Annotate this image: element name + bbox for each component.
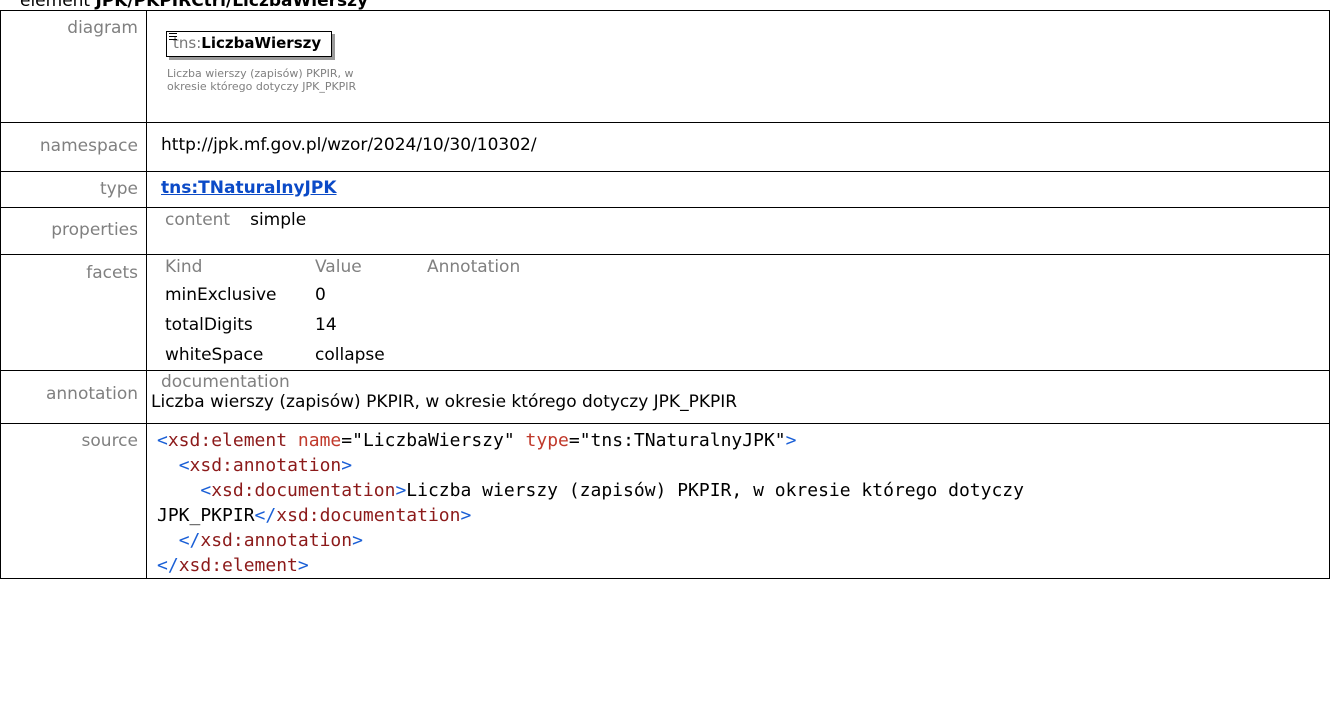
- facet-value: 14: [315, 315, 337, 335]
- facets-header-annotation: Annotation: [427, 257, 521, 277]
- facet-kind: totalDigits: [165, 315, 253, 335]
- facets-table: Kind Value Annotation minExclusive 0 tot…: [161, 254, 520, 370]
- label-diagram: diagram: [0, 10, 147, 123]
- element-lines-icon: [169, 33, 177, 42]
- row-source: source <xsd:element name="LiczbaWierszy"…: [0, 423, 1330, 579]
- diagram-documentation: Liczba wierszy (zapisów) PKPIR, w okresi…: [167, 67, 357, 93]
- facet-row: minExclusive 0: [161, 280, 520, 310]
- diagram-element-box[interactable]: tns:LiczbaWierszy: [166, 31, 333, 57]
- source-code: <xsd:element name="LiczbaWierszy" type="…: [157, 430, 1024, 576]
- source-cell: <xsd:element name="LiczbaWierszy" type="…: [146, 423, 1330, 579]
- facet-kind: minExclusive: [165, 285, 277, 305]
- label-annotation: annotation: [0, 370, 147, 424]
- label-source: source: [0, 423, 147, 579]
- annotation-text: Liczba wierszy (zapisów) PKPIR, w okresi…: [151, 392, 738, 412]
- element-doc-table: diagram tns:LiczbaWierszy Liczba wierszy…: [0, 10, 1330, 579]
- type-cell: tns:TNaturalnyJPK: [146, 171, 1330, 208]
- facet-kind: whiteSpace: [165, 345, 264, 365]
- row-properties: properties content simple: [0, 207, 1330, 255]
- label-properties: properties: [0, 207, 147, 255]
- facet-row: whiteSpace collapse: [161, 340, 520, 370]
- label-namespace: namespace: [0, 122, 147, 172]
- annotation-key: documentation: [161, 372, 290, 392]
- property-value: simple: [250, 210, 307, 230]
- diagram-cell: tns:LiczbaWierszy Liczba wierszy (zapisó…: [146, 10, 1330, 123]
- namespace-value: http://jpk.mf.gov.pl/wzor/2024/10/30/103…: [146, 122, 1330, 172]
- row-type: type tns:TNaturalnyJPK: [0, 171, 1330, 208]
- facet-value: collapse: [315, 345, 385, 365]
- row-diagram: diagram tns:LiczbaWierszy Liczba wierszy…: [0, 10, 1330, 123]
- row-facets: facets Kind Value Annotation minExclusiv…: [0, 254, 1330, 371]
- facets-header-value: Value: [315, 257, 362, 277]
- row-namespace: namespace http://jpk.mf.gov.pl/wzor/2024…: [0, 122, 1330, 172]
- facet-value: 0: [315, 285, 326, 305]
- property-key: content: [165, 210, 231, 230]
- label-type: type: [0, 171, 147, 208]
- diagram-prefix: tns:: [173, 34, 202, 52]
- diagram-name: LiczbaWierszy: [201, 34, 322, 52]
- type-link[interactable]: tns:TNaturalnyJPK: [161, 178, 337, 198]
- facets-header-row: Kind Value Annotation: [161, 254, 520, 280]
- facets-cell: Kind Value Annotation minExclusive 0 tot…: [146, 254, 1330, 371]
- annotation-cell: documentation Liczba wierszy (zapisów) P…: [146, 370, 1330, 424]
- label-facets: facets: [0, 254, 147, 371]
- facet-row: totalDigits 14: [161, 310, 520, 340]
- properties-cell: content simple: [146, 207, 1330, 255]
- facets-header-kind: Kind: [165, 257, 203, 277]
- row-annotation: annotation documentation Liczba wierszy …: [0, 370, 1330, 424]
